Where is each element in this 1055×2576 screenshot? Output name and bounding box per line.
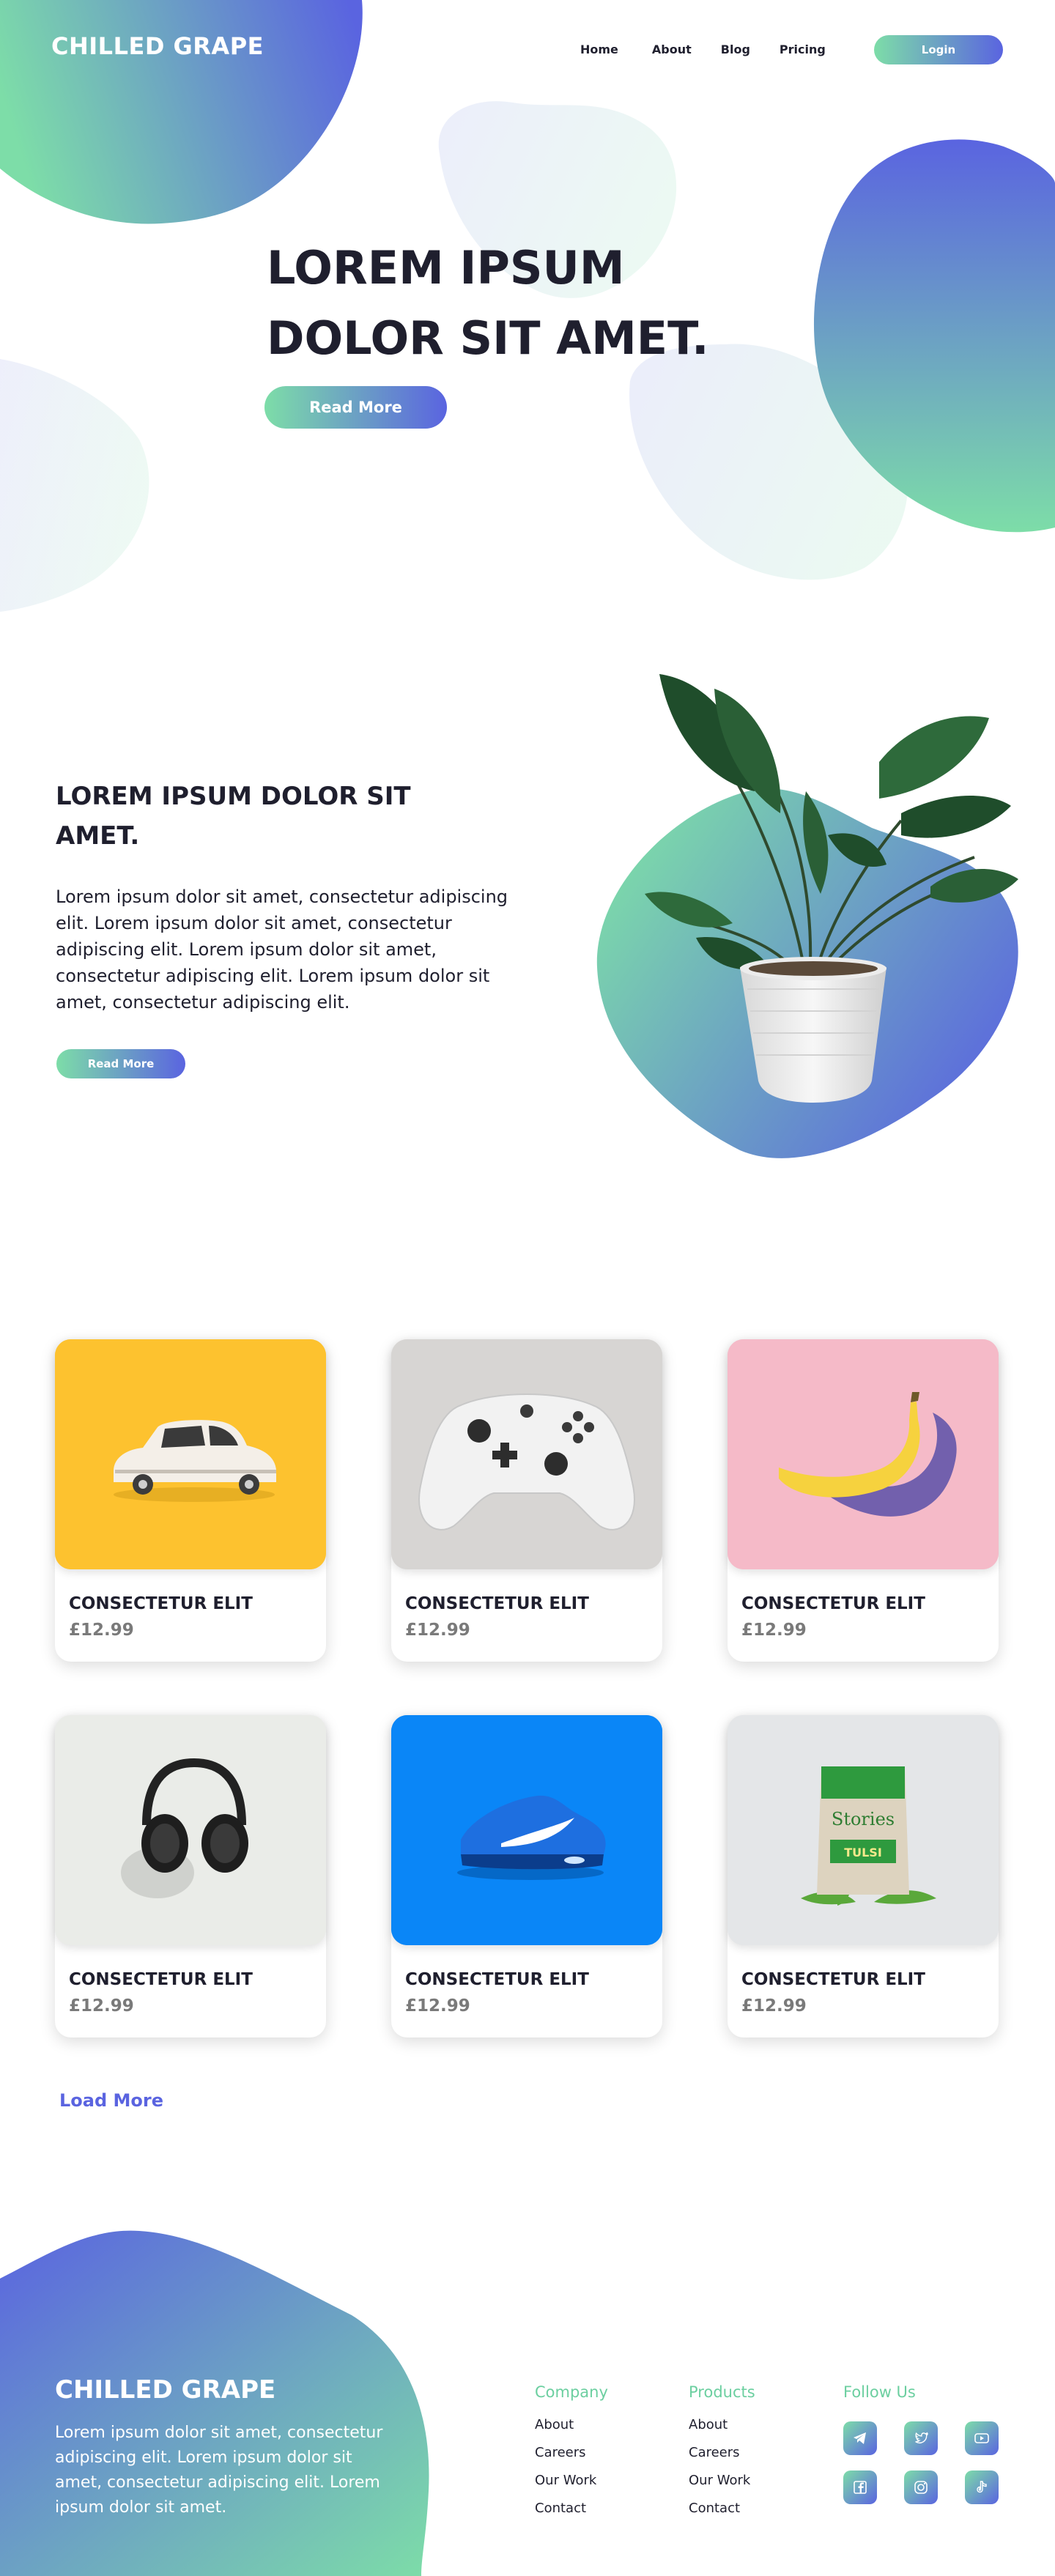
product-title: CONSECTETUR ELIT	[741, 1970, 925, 1989]
footer-products-careers-link[interactable]: Careers	[689, 2445, 755, 2460]
product-price: £12.99	[405, 1621, 470, 1640]
product-title: CONSECTETUR ELIT	[405, 1970, 589, 1989]
product-image-banana	[728, 1339, 999, 1569]
product-image-headphones	[55, 1715, 326, 1945]
nav-home-link[interactable]: Home	[580, 42, 618, 56]
brand-logo[interactable]: CHILLED GRAPE	[51, 32, 264, 60]
product-card[interactable]: CONSECTETUR ELIT £12.99	[55, 1715, 326, 2038]
product-title: CONSECTETUR ELIT	[69, 1970, 253, 1989]
feature-text: Lorem ipsum dolor sit amet, consectetur …	[56, 887, 508, 1013]
hero-read-more-button[interactable]: Read More	[264, 386, 447, 429]
tiktok-icon[interactable]	[965, 2470, 999, 2504]
product-image-game-controller	[391, 1339, 662, 1569]
product-title: CONSECTETUR ELIT	[741, 1594, 925, 1613]
feature-title: LOREM IPSUM DOLOR SIT AMET.	[56, 782, 411, 851]
product-price: £12.99	[69, 1996, 134, 2016]
product-image-sneaker	[391, 1715, 662, 1945]
product-price: £12.99	[69, 1621, 134, 1640]
footer-company-column: Company About Careers Our Work Contact	[535, 2383, 608, 2528]
footer-products-heading: Products	[689, 2383, 755, 2401]
product-card[interactable]: Stories TULSI CONSECTETUR ELIT £12.99	[728, 1715, 999, 2038]
footer-company-our-work-link[interactable]: Our Work	[535, 2473, 608, 2488]
hero-title-line-1: LOREM IPSUM	[267, 241, 625, 295]
potted-plant-illustration	[596, 674, 1018, 1158]
tea-brand-text: Stories	[832, 1809, 895, 1829]
footer-follow-heading: Follow Us	[843, 2383, 916, 2401]
main-nav: Home About Blog Pricing	[580, 42, 856, 56]
footer-brand-logo[interactable]: CHILLED GRAPE	[55, 2375, 275, 2405]
nav-pricing-link[interactable]: Pricing	[780, 42, 826, 56]
footer-products-column: Products About Careers Our Work Contact	[689, 2383, 755, 2528]
twitter-icon[interactable]	[904, 2421, 938, 2455]
footer-description: Lorem ipsum dolor sit amet, consectetur …	[55, 2424, 383, 2517]
load-more-link[interactable]: Load More	[59, 2090, 163, 2111]
youtube-icon[interactable]	[965, 2421, 999, 2455]
product-price: £12.99	[741, 1621, 807, 1640]
product-card[interactable]: CONSECTETUR ELIT £12.99	[391, 1339, 662, 1662]
footer-company-contact-link[interactable]: Contact	[535, 2501, 608, 2516]
nav-blog-link[interactable]: Blog	[721, 42, 750, 56]
product-card[interactable]: CONSECTETUR ELIT £12.99	[55, 1339, 326, 1662]
footer-company-careers-link[interactable]: Careers	[535, 2445, 608, 2460]
instagram-icon[interactable]	[904, 2470, 938, 2504]
feature-read-more-button[interactable]: Read More	[56, 1049, 185, 1078]
footer-company-heading: Company	[535, 2383, 608, 2401]
telegram-icon[interactable]	[843, 2421, 877, 2455]
product-title: CONSECTETUR ELIT	[69, 1594, 253, 1613]
product-title: CONSECTETUR ELIT	[405, 1594, 589, 1613]
footer-products-contact-link[interactable]: Contact	[689, 2501, 755, 2516]
nav-about-link[interactable]: About	[652, 42, 692, 56]
product-price: £12.99	[741, 1996, 807, 2016]
tea-variety-text: TULSI	[844, 1846, 882, 1859]
product-image-tea-package: Stories TULSI	[728, 1715, 999, 1945]
product-image-toy-car	[55, 1339, 326, 1569]
product-card[interactable]: CONSECTETUR ELIT £12.99	[728, 1339, 999, 1662]
footer-products-about-link[interactable]: About	[689, 2417, 755, 2432]
footer-products-our-work-link[interactable]: Our Work	[689, 2473, 755, 2488]
hero-title-line-2: DOLOR SIT AMET.	[267, 311, 709, 365]
product-card[interactable]: CONSECTETUR ELIT £12.99	[391, 1715, 662, 2038]
login-button[interactable]: Login	[874, 35, 1003, 64]
footer-company-about-link[interactable]: About	[535, 2417, 608, 2432]
footer-follow-column: Follow Us	[843, 2383, 916, 2417]
hero-title: LOREM IPSUM DOLOR SIT AMET.	[267, 233, 780, 374]
product-price: £12.99	[405, 1996, 470, 2016]
facebook-icon[interactable]	[843, 2470, 877, 2504]
